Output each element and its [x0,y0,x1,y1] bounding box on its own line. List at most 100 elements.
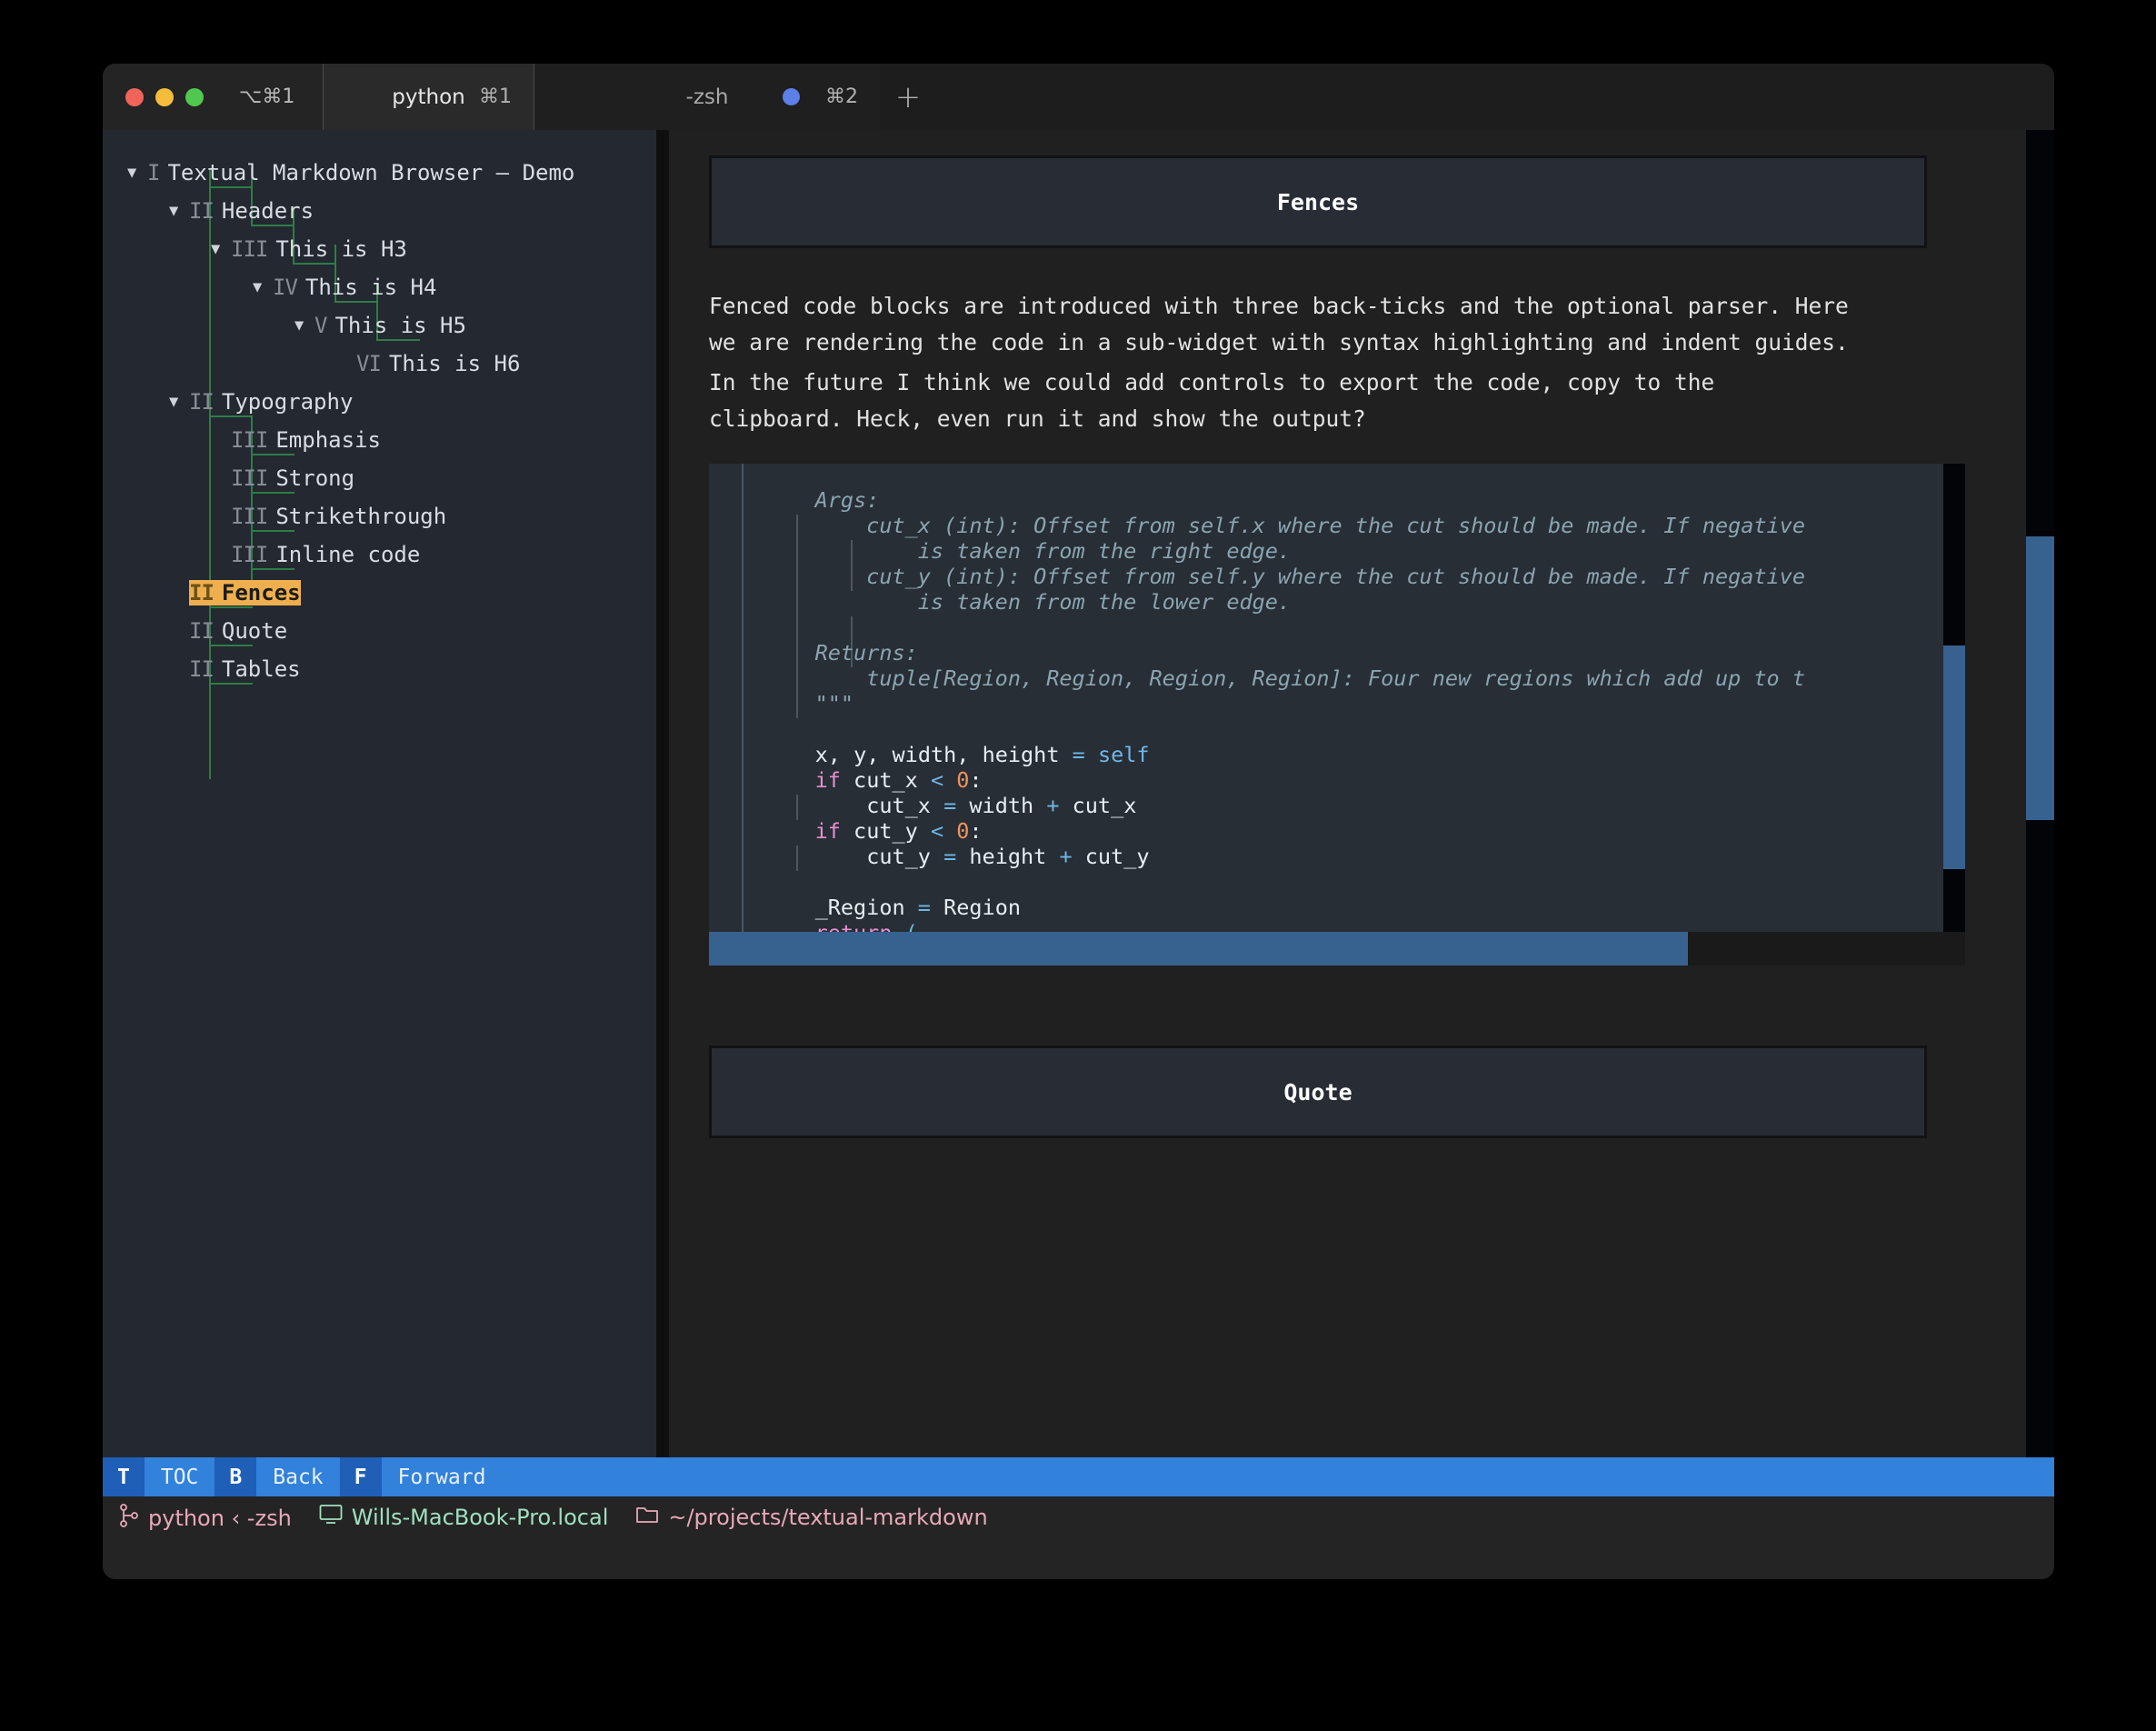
toc-item-this-is-h5[interactable]: ▼ V This is H5 [103,306,656,345]
new-tab-button[interactable]: + [880,64,936,130]
docstring-token: is taken from the lower edge. [764,589,1292,615]
toc-item-label: Textual Markdown Browser — Demo [167,160,575,185]
code-token: cut_x [866,793,931,818]
toc-item-this-is-h4[interactable]: ▼ IV This is H4 [103,268,656,306]
code-line: cut_y (int): Offset from self.y where th… [709,564,1943,589]
footer-action-back[interactable]: Back [256,1457,340,1496]
toc-item-inline-code[interactable]: III Inline code [103,535,656,574]
code-line: """ [709,691,1943,716]
toc-item-strong[interactable]: III Strong [103,459,656,497]
toc-item-typography[interactable]: ▼ II Typography [103,383,656,421]
docstring-token: Args: [764,487,880,513]
code-token: width [892,742,957,767]
code-line: cut_x = width + cut_x [709,793,1943,818]
toc-item-this-is-h6[interactable]: VI This is H6 [103,345,656,383]
window-shortcut-label: ⌥⌘1 [239,85,295,108]
toc-item-strikethrough[interactable]: III Strikethrough [103,497,656,535]
docstring-token: tuple[Region, Region, Region, Region]: F… [764,665,1806,691]
toc-item-textual-markdown-browser-demo[interactable]: ▼ I Textual Markdown Browser — Demo [103,154,656,192]
markdown-viewport[interactable]: Fences Fenced code blocks are introduced… [669,130,2026,1457]
minimize-button[interactable] [155,87,174,106]
table-of-contents-tree[interactable]: ▼ I Textual Markdown Browser — Demo ▼ II Head… [103,130,656,1457]
keyword-token: return [815,920,893,932]
tab-python[interactable]: python ⌘1 [324,64,534,130]
toc-item-label: This is H6 [388,351,521,376]
chevron-down-icon[interactable]: ▼ [294,316,314,335]
self-token: self [1097,742,1150,767]
terminal-window: ⌥⌘1 python ⌘1 -zsh ⌘2 + ▼ I Textual Mark… [103,64,2054,1579]
branch-icon [119,1504,139,1533]
status-bar: python ‹ -zsh Wills-MacBook-Pro.local ~/… [103,1496,2054,1579]
code-token: cut_x [1072,793,1137,818]
docstring-token: is taken from the right edge. [764,538,1292,564]
chevron-down-icon[interactable]: ▼ [169,202,189,220]
tab-zsh-shortcut: ⌘2 [825,85,858,108]
toc-item-fences[interactable]: II Fences [103,574,656,612]
window-controls: ⌥⌘1 [103,64,324,130]
toc-item-numeral: II [189,198,215,224]
code-horizontal-scrollbar-thumb[interactable] [709,932,1688,966]
toc-item-emphasis[interactable]: III Emphasis [103,421,656,459]
operator-token: = [943,844,957,869]
tab-zsh[interactable]: -zsh ⌘2 [534,64,880,130]
footer-action-toc[interactable]: TOC [144,1457,215,1496]
operator-token: = [917,895,931,920]
code-block-surface[interactable]: Args: cut_x (int): Offset from self.x wh… [709,464,1943,932]
toc-item-headers[interactable]: ▼ II Headers [103,192,656,230]
sidebar-divider [656,130,669,1457]
operator-token: = [943,793,957,818]
code-token: : [969,767,983,793]
footer-key-t[interactable]: T [103,1457,145,1496]
footer-key-b[interactable]: B [215,1457,257,1496]
chevron-down-icon[interactable]: ▼ [211,240,231,258]
toc-item-label: Strong [275,465,355,491]
folder-icon [635,1504,659,1531]
fenced-code-block[interactable]: Args: cut_x (int): Offset from self.x wh… [709,464,1981,966]
toc-item-numeral: II [189,656,215,682]
paren-token: ( [905,920,918,932]
paragraph-1: Fenced code blocks are introduced with t… [709,293,1849,355]
number-token: 0 [956,818,970,844]
code-token: , [956,742,970,767]
status-session: python ‹ -zsh [119,1504,292,1533]
chevron-down-icon[interactable]: ▼ [169,393,189,411]
status-path: ~/projects/textual-markdown [635,1504,988,1531]
toc-item-tables[interactable]: II Tables [103,650,656,688]
docstring-token: Returns: [764,640,918,665]
code-line: Args: [709,487,1943,513]
close-button[interactable] [125,87,144,106]
toc-item-quote[interactable]: II Quote [103,612,656,650]
toc-item-this-is-h3[interactable]: ▼ III This is H3 [103,230,656,268]
toc-item-label: This is H4 [304,275,437,300]
toc-item-label: This is H5 [334,313,466,338]
code-line: if cut_x < 0: [709,767,1943,793]
toc-item-numeral: II [189,580,222,605]
page-scrollbar-thumb[interactable] [2026,536,2054,820]
code-vertical-scrollbar-thumb[interactable] [1943,645,1965,869]
tab-python-shortcut: ⌘1 [479,85,512,108]
footer-action-forward[interactable]: Forward [381,1457,503,1496]
toc-item-label: Typography [221,389,354,415]
code-line: _Region = Region [709,895,1943,920]
footer-key-f[interactable]: F [339,1457,382,1496]
operator-token: + [1059,844,1073,869]
maximize-button[interactable] [185,87,204,106]
toc-item-numeral: VI [356,351,382,376]
chevron-down-icon[interactable]: ▼ [253,278,273,296]
code-token: cut_y [1084,844,1150,869]
code-token: cut_y [853,818,918,844]
tree-spacer-icon [211,469,231,487]
chevron-down-icon[interactable]: ▼ [127,164,147,182]
code-token: height [969,844,1047,869]
code-line: if cut_y < 0: [709,818,1943,844]
operator-token: < [930,767,944,793]
